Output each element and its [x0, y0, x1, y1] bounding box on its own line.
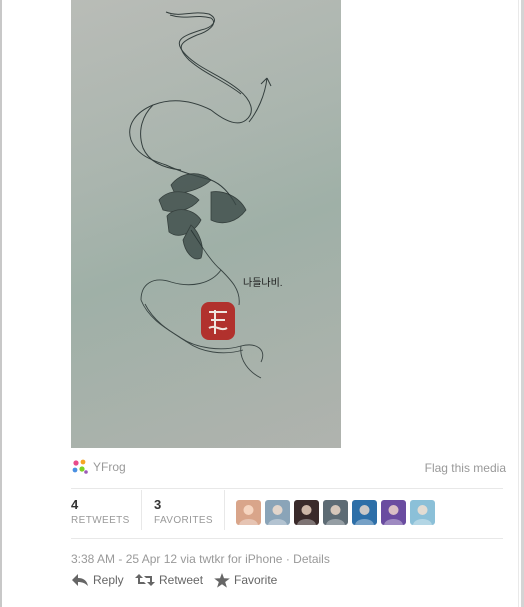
painting-signature-text: 나들나비.: [243, 277, 283, 289]
seal-stamp-icon: [201, 302, 235, 340]
details-link[interactable]: Details: [293, 552, 330, 566]
window-left-border: [0, 0, 2, 607]
retweet-label: Retweet: [159, 573, 204, 587]
media-provider-link[interactable]: YFrog: [93, 460, 126, 474]
avatar[interactable]: [294, 500, 319, 525]
avatar[interactable]: [381, 500, 406, 525]
scrollbar-track-edge: [518, 0, 519, 607]
tweet-meta: 3:38 AM - 25 Apr 12 via twtkr for iPhone…: [71, 552, 330, 566]
retweet-icon: [135, 574, 155, 586]
star-icon: [214, 572, 230, 588]
media-image[interactable]: 나들나비.: [71, 0, 341, 448]
flag-media-link[interactable]: Flag this media: [425, 461, 506, 475]
meta-separator: ·: [285, 552, 290, 566]
favorites-label: FAVORITES: [154, 515, 213, 526]
via-prefix: via: [180, 552, 196, 566]
client-link[interactable]: twtkr for iPhone: [199, 552, 282, 566]
ink-painting: 나들나비.: [129, 11, 283, 379]
avatar[interactable]: [410, 500, 435, 525]
tweet-timestamp[interactable]: 3:38 AM - 25 Apr 12: [71, 552, 177, 566]
stats-separator: [141, 490, 142, 530]
avatar[interactable]: [323, 500, 348, 525]
favorites-count: 3: [154, 497, 162, 512]
yfrog-logo-icon: [72, 459, 88, 474]
avatar[interactable]: [265, 500, 290, 525]
retweet-button[interactable]: Retweet: [135, 571, 203, 589]
reply-button[interactable]: Reply: [71, 571, 124, 589]
favorites-stat[interactable]: 3 FAVORITES: [154, 497, 213, 526]
reply-label: Reply: [93, 573, 124, 587]
stats-top-divider: [71, 488, 503, 489]
avatar[interactable]: [352, 500, 377, 525]
stats-bottom-divider: [71, 538, 503, 539]
favorite-button[interactable]: Favorite: [214, 571, 277, 589]
retweets-label: RETWEETS: [71, 515, 130, 526]
avatar[interactable]: [236, 500, 261, 525]
media-provider-row: YFrog Flag this media: [71, 458, 511, 476]
reply-icon: [72, 574, 88, 586]
favorite-label: Favorite: [234, 573, 278, 587]
stats-separator: [224, 490, 225, 530]
retweets-count: 4: [71, 497, 79, 512]
retweets-stat[interactable]: 4 RETWEETS: [71, 497, 130, 526]
